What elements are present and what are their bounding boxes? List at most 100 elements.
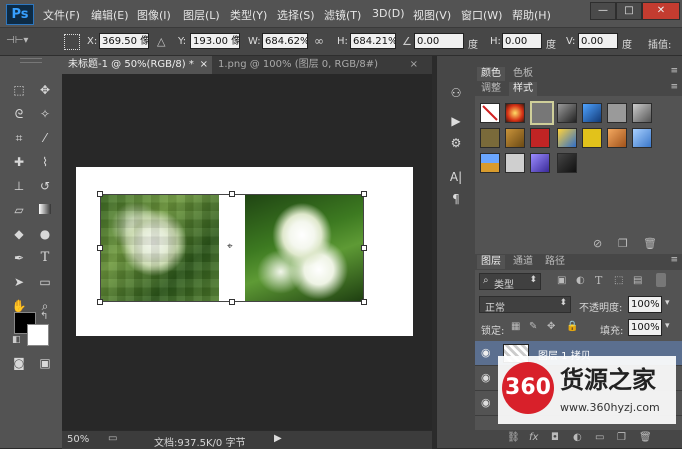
background-color-swatch[interactable] [27,324,49,346]
opacity-field[interactable]: 100% [628,296,662,313]
eraser-tool-icon[interactable]: ▱ [10,201,28,219]
menu-image[interactable]: 图像(I) [137,7,171,23]
link-layers-icon[interactable]: ⛓ [507,432,520,443]
style-swatch[interactable] [557,103,577,123]
hskew-field[interactable]: 0.00 [502,33,542,49]
tab-untitled-1[interactable]: 未标题-1 @ 50%(RGB/8) * × [62,56,212,74]
dodge-tool-icon[interactable]: ● [36,225,54,243]
style-swatch[interactable] [632,128,652,148]
magic-wand-tool-icon[interactable]: ✧ [36,105,54,123]
lasso-tool-icon[interactable]: ᘓ [10,105,28,123]
style-swatch[interactable] [530,153,550,173]
quick-mask-icon[interactable]: ◙ [10,354,28,372]
transform-handle[interactable] [97,299,103,305]
delete-layer-icon[interactable]: 🗑 [639,432,652,443]
transform-handle[interactable] [229,191,235,197]
w-field[interactable]: 684.62% [262,33,308,49]
menu-3d[interactable]: 3D(D) [372,7,405,20]
crop-tool-icon[interactable]: ⌗ [10,129,28,147]
menu-select[interactable]: 选择(S) [277,7,315,23]
tab-close-icon[interactable]: × [410,56,418,74]
filter-shape-icon[interactable]: ⬚ [614,275,623,286]
tab-styles[interactable]: 样式 [509,82,537,96]
character-panel-icon[interactable]: A| [447,168,465,186]
style-swatch[interactable] [505,153,525,173]
adjustment-layer-icon[interactable]: ◐ [573,432,582,443]
actions-panel-icon[interactable]: ▶ [447,112,465,130]
menu-window[interactable]: 窗口(W) [461,7,502,23]
fill-field[interactable]: 100% [628,319,662,336]
menu-filter[interactable]: 滤镜(T) [324,7,361,23]
new-style-icon[interactable]: ❐ [618,237,628,250]
layer-filter-select[interactable]: ⌕ 类型 ⬍ [479,273,541,291]
tab-close-icon[interactable]: × [200,56,208,74]
delta-icon[interactable]: △ [157,35,165,48]
style-swatch[interactable] [607,128,627,148]
paragraph-panel-icon[interactable]: ¶ [447,190,465,208]
filter-type-icon[interactable]: T [595,274,602,287]
h-field[interactable]: 684.21% [350,33,396,49]
style-swatch[interactable] [557,128,577,148]
transform-handle[interactable] [361,191,367,197]
screen-mode-icon[interactable]: ▣ [36,354,54,372]
menu-file[interactable]: 文件(F) [43,7,80,23]
move-tool-icon[interactable]: ✥ [36,81,54,99]
panel-menu-icon[interactable]: ≡ [670,82,678,92]
transform-handle[interactable] [97,245,103,251]
transform-handle[interactable] [97,191,103,197]
rectangle-tool-icon[interactable]: ▭ [36,273,54,291]
menu-layer[interactable]: 图层(L) [183,7,220,23]
blur-tool-icon[interactable]: ◆ [10,225,28,243]
visibility-eye-icon[interactable]: ◉ [481,371,491,384]
minimize-button[interactable]: — [590,2,616,20]
marquee-tool-icon[interactable]: ⬚ [10,81,28,99]
filter-toggle[interactable] [656,273,666,287]
style-swatch[interactable] [505,128,525,148]
zoom-level[interactable]: 50% [67,434,89,445]
tab-swatches[interactable]: 色板 [509,67,537,81]
clone-stamp-tool-icon[interactable]: ⊥ [10,177,28,195]
document-canvas[interactable]: ⌖ [76,167,413,336]
opacity-dropdown-icon[interactable]: ▾ [665,298,670,308]
visibility-eye-icon[interactable]: ◉ [481,346,491,359]
blend-mode-select[interactable]: 正常 ⬍ [479,296,571,314]
style-swatch[interactable] [632,103,652,123]
tab-channels[interactable]: 通道 [509,255,537,269]
filter-adjustment-icon[interactable]: ◐ [576,275,585,286]
filter-smart-object-icon[interactable]: ▤ [633,275,642,286]
fill-dropdown-icon[interactable]: ▾ [665,321,670,331]
style-swatch[interactable] [530,128,550,148]
default-colors-icon[interactable]: ◧ [12,335,21,345]
tab-color[interactable]: 颜色 [477,67,505,81]
menu-help[interactable]: 帮助(H) [512,7,551,23]
menu-view[interactable]: 视图(V) [413,7,451,23]
clear-style-icon[interactable]: ⊘ [593,237,602,250]
transform-center-icon[interactable]: ⌖ [227,241,233,252]
lock-position-icon[interactable]: ✥ [547,321,555,332]
pen-tool-icon[interactable]: ✒ [10,249,28,267]
path-selection-tool-icon[interactable]: ➤ [10,273,28,291]
brush-tool-icon[interactable]: ⌇ [36,153,54,171]
style-none-swatch[interactable] [480,103,500,123]
filter-pixel-icon[interactable]: ▣ [557,275,566,286]
vskew-field[interactable]: 0.00 [578,33,618,49]
lock-transparent-icon[interactable]: ▦ [511,321,520,332]
properties-panel-icon[interactable]: ⚙ [447,134,465,152]
tab-layers[interactable]: 图层 [477,255,505,269]
y-field[interactable]: 193.00 像 [190,33,240,49]
healing-brush-tool-icon[interactable]: ✚ [10,153,28,171]
panel-menu-icon[interactable]: ≡ [670,66,678,76]
x-field[interactable]: 369.50 像 [99,33,149,49]
lock-all-icon[interactable]: 🔒 [566,321,578,332]
style-swatch[interactable] [582,128,602,148]
style-swatch[interactable] [480,153,500,173]
transform-handle[interactable] [229,299,235,305]
delete-style-icon[interactable]: 🗑 [643,237,657,250]
type-tool-icon[interactable]: T [36,249,54,267]
status-info-icon[interactable]: ▭ [108,433,117,444]
transform-handle[interactable] [361,245,367,251]
swap-colors-icon[interactable]: ↰ [40,311,48,322]
history-brush-tool-icon[interactable]: ↺ [36,177,54,195]
style-swatch[interactable] [480,128,500,148]
new-group-icon[interactable]: ▭ [595,432,604,443]
